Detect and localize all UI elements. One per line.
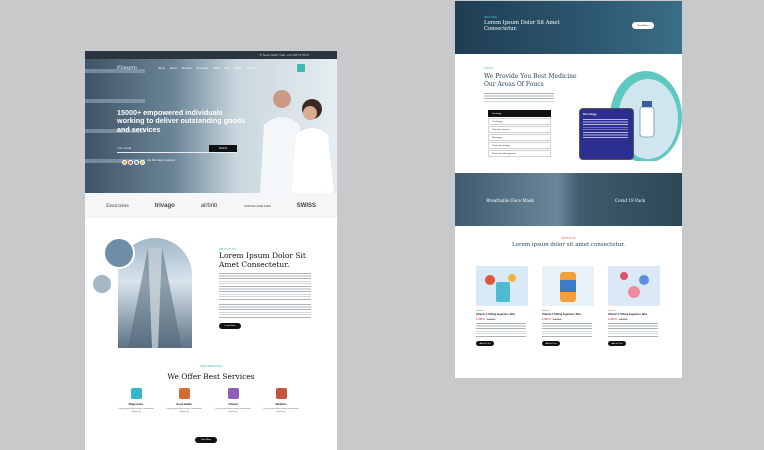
- service-card[interactable]: Clinical Lorem ipsum dolor sit amet, con…: [213, 388, 253, 413]
- service-card[interactable]: Medicine Lorem ipsum dolor sit amet, con…: [261, 388, 301, 413]
- accordion-item-infectious[interactable]: Infectious Disease: [488, 126, 551, 133]
- banner-label: WELCOME: [484, 16, 497, 19]
- accordion-item-gastro[interactable]: Gastro Enterology: [488, 142, 551, 149]
- cart-icon[interactable]: [297, 64, 305, 72]
- nav-item-blog[interactable]: Blog: [224, 67, 229, 70]
- about-paragraph: [219, 304, 311, 318]
- homepage-mockup-left: ✆ Need Help? Call: +12 345 67 89 ✉ Finop…: [85, 51, 337, 450]
- focus-label: FOCUS: [484, 67, 493, 70]
- oncology-card[interactable]: Oncology: [579, 108, 634, 160]
- hero-caption: Join 10k+ happy customers: [147, 160, 176, 162]
- accordion-item-pulmonary[interactable]: Pulmonary Management: [488, 150, 551, 157]
- service-card[interactable]: Good Health Lorem ipsum dolor sit amet, …: [164, 388, 204, 413]
- service-desc: Lorem ipsum dolor sit amet, consectetur …: [166, 408, 202, 413]
- card-title: Oncology: [583, 112, 597, 116]
- about-learn-more-button[interactable]: Learn More: [219, 323, 241, 329]
- nav-item-shop[interactable]: Shop: [213, 67, 219, 70]
- about-paragraph: [219, 273, 311, 301]
- product-price: 1,500 $1,800 $: [476, 318, 496, 321]
- service-desc: Lorem ipsum dolor sit amet, consectetur …: [118, 408, 154, 413]
- about-heading: Lorem Ipsum Dolor Sit Amet Consectetur.: [219, 251, 306, 269]
- product-image: [608, 266, 660, 306]
- service-title: Medicine: [275, 403, 287, 406]
- brand-airbnb: airbnb: [200, 202, 218, 209]
- nav-item-home[interactable]: Home: [158, 67, 165, 70]
- products-label: PRODUCTS: [561, 237, 576, 240]
- brand-emirates: Emirates: [105, 202, 129, 209]
- add-to-cart-button[interactable]: Add to Cart: [542, 341, 560, 346]
- focus-paragraph: [484, 93, 554, 103]
- product-category: Medicine: [542, 310, 551, 312]
- brand-swiss: SWISS: [296, 202, 317, 209]
- services-label: OUR SERVICES: [199, 364, 223, 368]
- product-category: Medicine: [608, 310, 617, 312]
- main-navigation: Finopro Home About Services Pharmacy Sho…: [117, 63, 305, 73]
- product-name: Vitamin C 500mg Sugarless Tabs: [608, 313, 648, 316]
- clinical-icon: [227, 388, 239, 399]
- hero-section: Finopro Home About Services Pharmacy Sho…: [85, 59, 337, 193]
- avatar: [128, 160, 133, 165]
- customer-avatars: [122, 160, 145, 165]
- topbar-text: ✆ Need Help? Call: +12 345 67 89 ✉: [259, 53, 309, 57]
- product-card[interactable]: Medicine Vitamin C 500mg Sugarless Tabs …: [608, 266, 660, 346]
- services-heading: We Offer Best Services: [167, 372, 255, 381]
- card-text: [583, 119, 628, 139]
- site-logo[interactable]: Finopro: [117, 65, 137, 71]
- products-heading: Lorem ipsum dolor sit amet consectetur.: [511, 242, 626, 248]
- product-card[interactable]: Medicine Vitamin C 500mg Sugarless Tabs …: [542, 266, 594, 346]
- view-more-services-button[interactable]: View More: [195, 437, 217, 443]
- service-card[interactable]: Diagnostics Lorem ipsum dolor sit amet, …: [116, 388, 156, 413]
- medicine-icon: [275, 388, 287, 399]
- hero-title: 15000+ empowered individuals working to …: [117, 108, 246, 134]
- avatar: [122, 160, 127, 165]
- nav-item-pharmacy[interactable]: Pharmacy: [197, 67, 209, 70]
- doctor-portrait-circle: [91, 273, 113, 295]
- accordion-item-oncology[interactable]: Oncology: [488, 110, 551, 117]
- diagnostics-icon: [130, 388, 142, 399]
- accordion-item-neurology[interactable]: Neurology: [488, 134, 551, 141]
- add-to-cart-button[interactable]: Add to Cart: [476, 341, 494, 346]
- doctor-portrait-circle: [103, 237, 135, 269]
- product-category: Medicine: [476, 310, 485, 312]
- product-image: [542, 266, 594, 306]
- nav-item-about[interactable]: About: [170, 67, 177, 70]
- product-desc: [608, 323, 658, 337]
- product-image: [476, 266, 528, 306]
- banner-read-more-button[interactable]: Read More: [632, 22, 654, 29]
- service-title: Clinical: [228, 403, 238, 406]
- product-price: 2,500 $2,800 $: [542, 318, 562, 321]
- promo-covid-pack[interactable]: Covid 19 Pack: [600, 198, 660, 203]
- avatar: [134, 160, 139, 165]
- add-to-cart-button[interactable]: Add to Cart: [608, 341, 626, 346]
- banner-title: Lorem Ipsum Dolor Sit Amet Consectetur.: [484, 20, 560, 32]
- homepage-mockup-right: WELCOME Lorem Ipsum Dolor Sit Amet Conse…: [455, 1, 682, 378]
- service-title: Diagnostics: [128, 403, 144, 406]
- nav-item-services[interactable]: Services: [182, 67, 192, 70]
- service-desc: Lorem ipsum dolor sit amet, consectetur …: [263, 408, 299, 413]
- brand-turkish-airlines: TURKISH AIRLINES: [243, 203, 271, 208]
- product-name: Vitamin C 500mg Sugarless Tabs: [476, 313, 516, 316]
- service-desc: Lorem ipsum dolor sit amet, consectetur …: [215, 408, 251, 413]
- brand-logos-strip: Emirates trivago airbnb TURKISH AIRLINES…: [85, 193, 337, 218]
- accordion-item-cardiology[interactable]: Cardiology: [488, 118, 551, 125]
- service-title: Good Health: [176, 403, 192, 406]
- brand-trivago: trivago: [154, 202, 175, 209]
- health-icon: [178, 388, 190, 399]
- product-price: 1,500 $1,800 $: [608, 318, 628, 321]
- focus-heading: We Provide You Best Medicine Our Areas O…: [484, 73, 577, 88]
- nav-item-contact[interactable]: Contact: [247, 67, 256, 70]
- product-name: Vitamin C 500mg Sugarless Tabs: [542, 313, 582, 316]
- hero-submit-button[interactable]: Submit: [209, 145, 237, 152]
- promo-face-mask[interactable]: Breathable Face Mask: [475, 198, 545, 203]
- product-card[interactable]: Medicine Vitamin C 500mg Sugarless Tabs …: [476, 266, 528, 346]
- top-info-bar: ✆ Need Help? Call: +12 345 67 89 ✉: [85, 51, 337, 59]
- product-desc: [542, 323, 592, 337]
- avatar: [140, 160, 145, 165]
- product-desc: [476, 323, 526, 337]
- nav-item-pages[interactable]: Pages: [235, 67, 242, 70]
